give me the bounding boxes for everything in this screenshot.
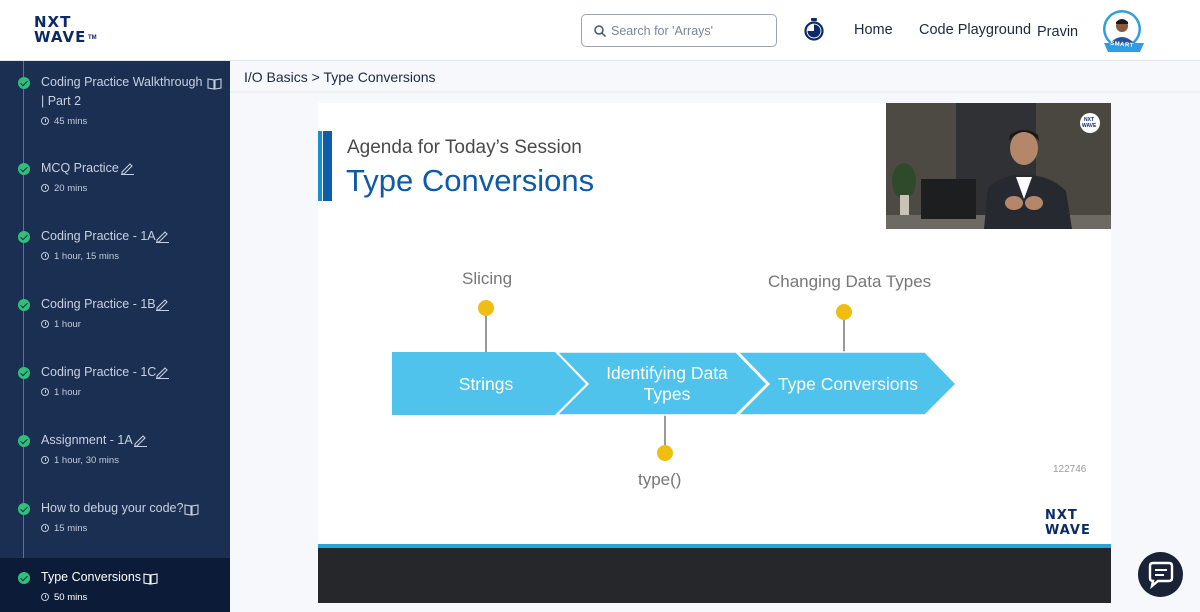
- nav-code-playground[interactable]: Code Playground: [919, 22, 1031, 38]
- sidebar-item-duration: 1 hour: [54, 387, 81, 398]
- book-icon: [207, 78, 222, 90]
- completed-check-icon: [18, 163, 30, 175]
- sidebar-item-duration: 50 mins: [54, 592, 88, 603]
- main-content: I/O Basics > Type Conversions Agenda for…: [230, 61, 1200, 612]
- completed-check-icon: [18, 435, 30, 447]
- sidebar-item-coding-practice-1c[interactable]: Coding Practice - 1C 1 hour: [0, 349, 230, 413]
- clock-icon: [41, 117, 49, 125]
- sidebar-item-duration: 15 mins: [54, 523, 88, 534]
- sidebar-item-duration: 1 hour: [54, 319, 81, 330]
- sidebar-item-duration: 1 hour, 15 mins: [54, 251, 119, 262]
- pin-dot: [836, 304, 852, 320]
- book-icon: [184, 504, 199, 516]
- video-controls-area[interactable]: [318, 548, 1111, 603]
- sidebar-item-duration: 45 mins: [54, 116, 88, 127]
- pin-dot: [478, 300, 494, 316]
- label-changing-data-types: Changing Data Types: [768, 272, 932, 291]
- label-type-function: type(): [638, 470, 682, 489]
- divider: [230, 91, 1200, 93]
- slide-nxtwave-logo: NXT WAVE: [1045, 508, 1091, 538]
- clock-icon: [41, 593, 49, 601]
- sidebar-item-duration: 20 mins: [54, 183, 88, 194]
- pencil-icon: [121, 163, 134, 175]
- sidebar-item-type-conversions[interactable]: Type Conversions 50 mins: [0, 558, 230, 612]
- chat-icon: [1148, 561, 1174, 590]
- arrow-label-strings: Strings: [458, 374, 514, 394]
- sidebar-item-label: Coding Practice - 1A: [41, 229, 156, 243]
- pencil-icon: [134, 435, 147, 447]
- sidebar-item-label: Assignment - 1A: [41, 433, 133, 447]
- completed-check-icon: [18, 572, 30, 584]
- completed-check-icon: [18, 77, 30, 89]
- sidebar-item-assignment-1a[interactable]: Assignment - 1A 1 hour, 30 mins: [0, 417, 230, 481]
- pencil-icon: [156, 367, 169, 379]
- completed-check-icon: [18, 231, 30, 243]
- sidebar-item-coding-practice-1a[interactable]: Coding Practice - 1A 1 hour, 15 mins: [0, 213, 230, 277]
- breadcrumb[interactable]: I/O Basics > Type Conversions: [244, 69, 436, 85]
- search-icon: [594, 25, 607, 38]
- sidebar-item-label: Coding Practice - 1B: [41, 297, 156, 311]
- sidebar-item-label: Coding Practice Walkthrough: [41, 75, 203, 89]
- stopwatch-icon[interactable]: [803, 17, 825, 41]
- top-bar: NXT WAVE TM Home Code Playground Pravin …: [0, 0, 1200, 61]
- video-watermark-id: 122746: [1053, 464, 1087, 475]
- pencil-icon: [156, 231, 169, 243]
- chat-support-button[interactable]: [1138, 552, 1183, 597]
- sidebar-item-label: MCQ Practice: [41, 161, 119, 175]
- arrow-label-identifying-data-types: Identifying Data Types: [606, 363, 728, 404]
- completed-check-icon: [18, 299, 30, 311]
- course-sidebar: Coding Practice Walkthrough | Part 2 45 …: [0, 61, 230, 612]
- clock-icon: [41, 252, 49, 260]
- sidebar-item-label: Type Conversions: [41, 570, 142, 584]
- completed-check-icon: [18, 503, 30, 515]
- search-box[interactable]: [581, 14, 777, 47]
- book-icon: [143, 573, 158, 585]
- clock-icon: [41, 456, 49, 464]
- sidebar-item-label-line2: | Part 2: [41, 94, 82, 108]
- video-player[interactable]: Agenda for Today’s Session Type Conversi…: [318, 103, 1111, 603]
- sidebar-item-mcq-practice[interactable]: MCQ Practice 20 mins: [0, 145, 230, 209]
- label-slicing: Slicing: [462, 269, 513, 288]
- nav-home[interactable]: Home: [854, 22, 893, 38]
- search-input[interactable]: [611, 21, 771, 41]
- pin-dot: [657, 445, 673, 461]
- clock-icon: [41, 320, 49, 328]
- agenda-diagram: [392, 300, 958, 461]
- sidebar-item-coding-practice-1b[interactable]: Coding Practice - 1B 1 hour: [0, 281, 230, 345]
- nxtwave-logo[interactable]: NXT WAVE TM: [34, 13, 104, 47]
- completed-check-icon: [18, 367, 30, 379]
- sidebar-item-duration: 1 hour, 30 mins: [54, 455, 119, 466]
- user-name[interactable]: Pravin: [1037, 24, 1078, 40]
- clock-icon: [41, 184, 49, 192]
- sidebar-item-label: How to debug your code?: [41, 501, 184, 515]
- clock-icon: [41, 524, 49, 532]
- pencil-icon: [156, 299, 169, 311]
- clock-icon: [41, 388, 49, 396]
- sidebar-item-how-to-debug[interactable]: How to debug your code? 15 mins: [0, 485, 230, 549]
- sidebar-item-coding-practice-walkthrough[interactable]: Coding Practice Walkthrough | Part 2 45 …: [0, 61, 230, 127]
- sidebar-item-label: Coding Practice - 1C: [41, 365, 157, 379]
- arrow-label-type-conversions: Type Conversions: [777, 374, 919, 394]
